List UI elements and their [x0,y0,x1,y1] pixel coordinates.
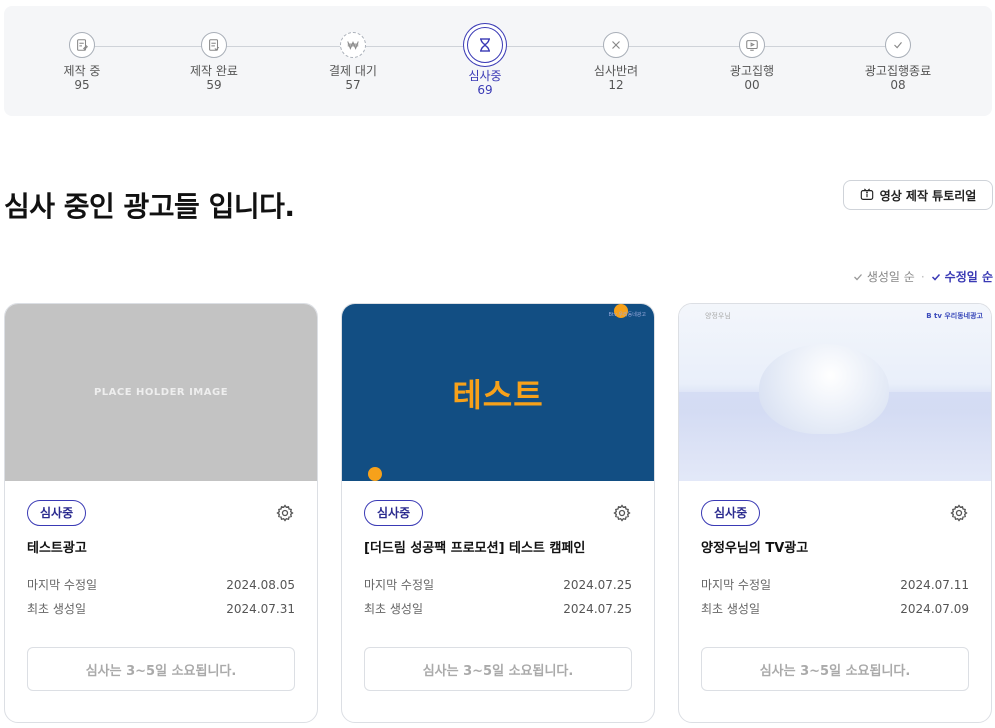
step-production-done[interactable]: 제작 완료 59 [154,32,274,92]
created-date: 2024.07.09 [900,602,969,616]
edit-doc-icon [77,39,88,51]
tutorial-label: 영상 제작 튜토리얼 [879,188,977,203]
modified-date: 2024.07.25 [563,578,632,592]
sort-label: 생성일 순 [866,270,915,284]
step-label: 결제 대기 [329,64,377,78]
step-payment-pending[interactable]: 결제 대기 57 [293,32,413,92]
check-icon [931,273,940,281]
modified-row: 마지막 수정일 2024.07.25 [364,573,632,597]
ad-thumbnail[interactable]: 양정우님 B tv 우리동네광고 [679,304,991,481]
step-rejected[interactable]: 심사반려 12 [556,32,676,92]
ad-title[interactable]: 양정우님의 TV광고 [701,537,969,556]
modified-row: 마지막 수정일 2024.07.11 [701,573,969,597]
sort-by-modified[interactable]: 수정일 순 [931,268,993,285]
step-icon-wrap [69,32,95,58]
brand-label: Btv 우리동네광고 [608,312,646,318]
ad-title[interactable]: [더드림 성공팩 프로모션] 테스트 캠페인 [364,537,632,556]
check-icon [894,42,902,49]
step-count: 57 [345,78,361,92]
placeholder-text: PLACE HOLDER IMAGE [93,387,229,398]
owner-label: 양정우님 [705,312,731,320]
brand-label: B tv 우리동네광고 [926,312,983,320]
step-ad-ended[interactable]: 광고집행종료 08 [838,32,958,92]
video-tutorial-button[interactable]: 영상 제작 튜토리얼 [843,180,993,210]
created-date: 2024.07.31 [226,602,295,616]
doc-check-icon [209,39,220,51]
status-badge: 심사중 [27,500,87,526]
created-label: 최초 생성일 [27,602,87,616]
status-badge: 심사중 [701,500,761,526]
seal-image [759,344,889,434]
step-icon-wrap [467,27,503,63]
step-label: 제작 중 [63,64,101,78]
step-count: 12 [608,78,624,92]
review-notice: 심사는 3~5일 소요됩니다. [701,647,969,691]
ad-title[interactable]: 테스트광고 [27,537,295,556]
tv-play-icon [746,40,758,51]
status-badge: 심사중 [364,500,424,526]
sort-options: 생성일 순 · 수정일 순 [853,268,993,285]
created-label: 최초 생성일 [364,602,424,616]
step-icon-wrap [340,32,366,58]
ad-meta: 마지막 수정일 2024.08.05 최초 생성일 2024.07.31 [27,573,295,621]
step-label: 제작 완료 [190,64,238,78]
step-count: 59 [206,78,222,92]
ad-thumbnail[interactable]: Btv 우리동네광고 테스트 [342,304,654,481]
step-label: 광고집행종료 [864,64,932,78]
step-icon-wrap [603,32,629,58]
created-date: 2024.07.25 [563,602,632,616]
step-count: 95 [74,78,90,92]
ad-card[interactable]: Btv 우리동네광고 테스트 심사중 [더드림 성공팩 프로모션] 테스트 캠페… [341,303,655,723]
decor-dot [368,467,382,481]
page-title: 심사 중인 광고들 입니다. [4,190,295,223]
ad-card[interactable]: PLACE HOLDER IMAGE 심사중 테스트광고 마지막 수정일 2024… [4,303,318,723]
modified-label: 마지막 수정일 [364,578,435,592]
step-label: 심사중 [468,69,502,83]
step-count: 00 [744,78,760,92]
ad-card[interactable]: 양정우님 B tv 우리동네광고 심사중 양정우님의 TV광고 마지막 수정일 2… [678,303,992,723]
x-icon [612,41,620,49]
gear-icon[interactable] [949,503,969,523]
step-icon-wrap [739,32,765,58]
hourglass-icon [480,38,490,52]
created-row: 최초 생성일 2024.07.25 [364,597,632,621]
step-count: 08 [890,78,906,92]
step-label: 심사반려 [593,64,639,78]
step-under-review[interactable]: 심사중 69 [425,27,545,97]
tv-info-icon [860,188,873,200]
sort-separator: · [920,269,925,284]
created-label: 최초 생성일 [701,602,761,616]
thumbnail-text: 테스트 [452,375,544,414]
review-notice: 심사는 3~5일 소요됩니다. [27,647,295,691]
status-stepper: 제작 중 95 제작 완료 59 결제 대기 57 심사중 69 심사반려 12 [4,6,992,116]
check-icon [853,273,862,280]
step-in-production[interactable]: 제작 중 95 [22,32,142,92]
ad-thumbnail[interactable]: PLACE HOLDER IMAGE [5,304,317,481]
modified-date: 2024.07.11 [900,578,969,592]
modified-label: 마지막 수정일 [701,578,772,592]
sort-label: 수정일 순 [944,270,993,284]
ad-meta: 마지막 수정일 2024.07.25 최초 생성일 2024.07.25 [364,573,632,621]
modified-date: 2024.08.05 [226,578,295,592]
gear-icon[interactable] [275,503,295,523]
won-icon [347,41,359,50]
created-row: 최초 생성일 2024.07.31 [27,597,295,621]
review-notice: 심사는 3~5일 소요됩니다. [364,647,632,691]
step-icon-wrap [885,32,911,58]
modified-row: 마지막 수정일 2024.08.05 [27,573,295,597]
sort-by-created[interactable]: 생성일 순 [853,268,915,285]
step-count: 69 [477,83,493,97]
modified-label: 마지막 수정일 [27,578,98,592]
step-icon-wrap [201,32,227,58]
created-row: 최초 생성일 2024.07.09 [701,597,969,621]
gear-icon[interactable] [612,503,632,523]
step-label: 광고집행 [729,64,775,78]
step-ad-running[interactable]: 광고집행 00 [692,32,812,92]
ad-meta: 마지막 수정일 2024.07.11 최초 생성일 2024.07.09 [701,573,969,621]
